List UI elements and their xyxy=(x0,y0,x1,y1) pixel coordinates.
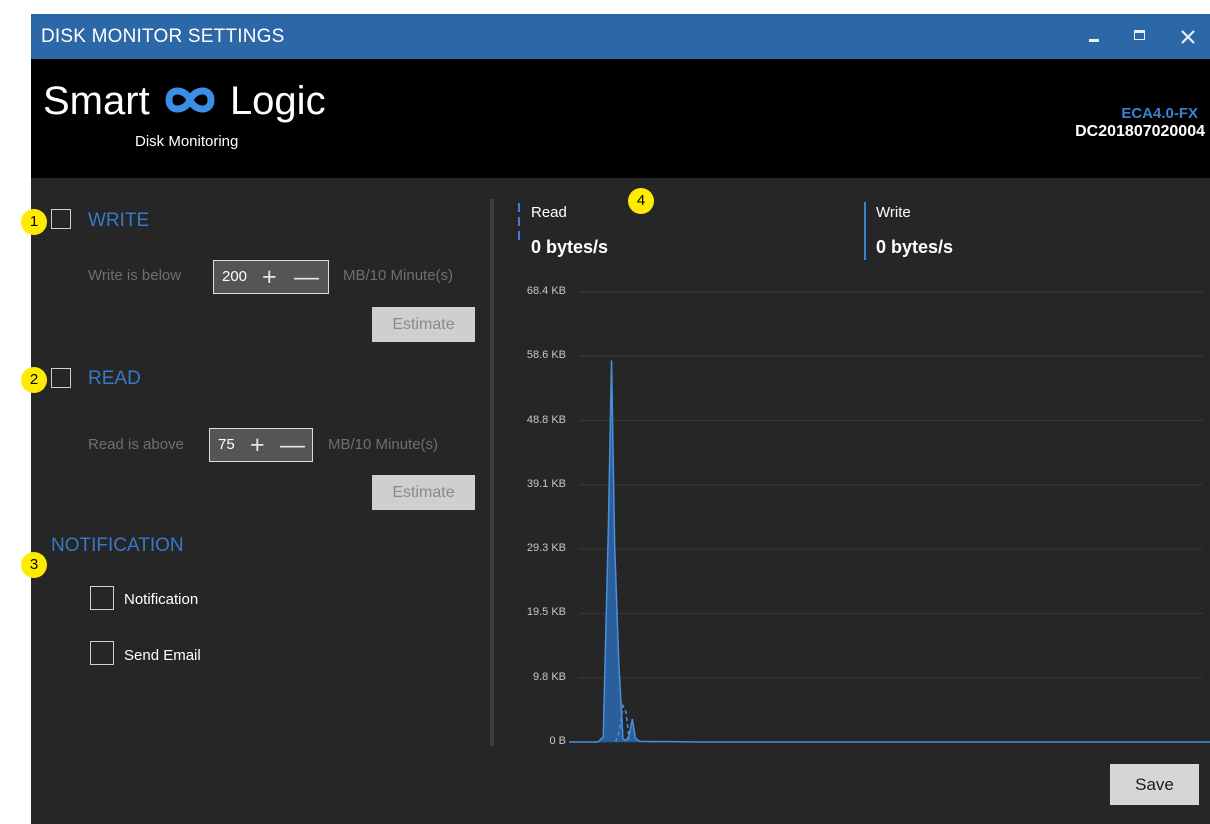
window-title: DISK MONITOR SETTINGS xyxy=(41,26,285,47)
callout-marker-2: 2 xyxy=(21,367,47,393)
plus-icon[interactable]: + xyxy=(262,263,277,291)
brand-logo: Smart Logic xyxy=(43,79,326,123)
chart-series-line xyxy=(569,360,1210,743)
infinity-logo-icon xyxy=(165,87,215,113)
read-estimate-button[interactable]: Estimate xyxy=(372,475,475,510)
brand-left-text: Smart xyxy=(43,79,150,123)
read-rate-value: 0 bytes/s xyxy=(531,237,609,257)
app-header: Smart Logic Disk Monitoring ECA4.0-FX DC… xyxy=(31,59,1210,178)
y-axis-tick-label: 9.8 KB xyxy=(532,670,566,683)
read-unit-label: MB/10 Minute(s) xyxy=(328,436,439,453)
write-rate-indicator xyxy=(864,202,866,260)
app-subtitle: Disk Monitoring xyxy=(135,133,239,150)
y-axis-tick-label: 39.1 KB xyxy=(526,477,566,490)
notification-checkbox[interactable] xyxy=(90,586,114,610)
write-checkbox[interactable] xyxy=(51,209,71,229)
chart-series-area xyxy=(569,360,1210,742)
maximize-icon xyxy=(1134,30,1145,40)
y-axis-tick-label: 29.3 KB xyxy=(526,542,566,555)
minus-icon[interactable]: — xyxy=(280,431,305,459)
send-email-option-label: Send Email xyxy=(124,647,201,664)
write-estimate-button[interactable]: Estimate xyxy=(372,307,475,342)
save-button[interactable]: Save xyxy=(1110,764,1199,805)
write-rate-value: 0 bytes/s xyxy=(876,237,954,257)
y-axis-tick-label: 48.8 KB xyxy=(526,413,566,426)
device-model: ECA4.0-FX xyxy=(1121,105,1198,122)
read-section-title: READ xyxy=(88,368,141,389)
callout-marker-4: 4 xyxy=(628,188,654,214)
close-button[interactable] xyxy=(1164,14,1210,59)
notification-option-label: Notification xyxy=(124,591,199,608)
minus-icon[interactable]: — xyxy=(294,263,319,291)
send-email-checkbox[interactable] xyxy=(90,641,114,665)
write-threshold-value: 200 xyxy=(222,268,248,285)
disk-monitor-window: DISK MONITOR SETTINGS Smart Logic Disk M… xyxy=(31,14,1210,824)
y-axis-tick-label: 19.5 KB xyxy=(526,606,566,619)
notification-section-title: NOTIFICATION xyxy=(51,535,184,556)
title-bar: DISK MONITOR SETTINGS xyxy=(31,14,1210,59)
read-threshold-value: 75 xyxy=(218,436,235,453)
y-axis-tick-label: 68.4 KB xyxy=(526,285,566,297)
minimize-icon xyxy=(1089,39,1099,42)
read-rate-indicator xyxy=(518,203,520,244)
write-threshold-stepper[interactable]: 200 + — xyxy=(213,260,329,294)
callout-marker-1: 1 xyxy=(21,209,47,235)
chart-series-line-dashed xyxy=(614,703,630,743)
read-rate-label: Read xyxy=(531,204,567,221)
read-checkbox[interactable] xyxy=(51,368,71,388)
y-axis-tick-label: 58.6 KB xyxy=(526,349,566,362)
read-condition-label: Read is above xyxy=(88,436,184,453)
minimize-button[interactable] xyxy=(1071,14,1117,59)
device-serial: DC201807020004 xyxy=(1075,123,1205,140)
callout-marker-3: 3 xyxy=(21,552,47,578)
panel-divider xyxy=(490,199,494,746)
write-condition-label: Write is below xyxy=(88,267,182,284)
close-icon xyxy=(1181,30,1195,44)
write-rate-label: Write xyxy=(876,204,911,221)
write-section-title: WRITE xyxy=(88,210,150,231)
plus-icon[interactable]: + xyxy=(250,431,265,459)
read-threshold-stepper[interactable]: 75 + — xyxy=(209,428,313,462)
maximize-button[interactable] xyxy=(1117,14,1163,59)
y-axis-tick-label: 0 B xyxy=(549,735,566,747)
brand-right-text: Logic xyxy=(229,79,326,123)
write-unit-label: MB/10 Minute(s) xyxy=(343,267,454,284)
